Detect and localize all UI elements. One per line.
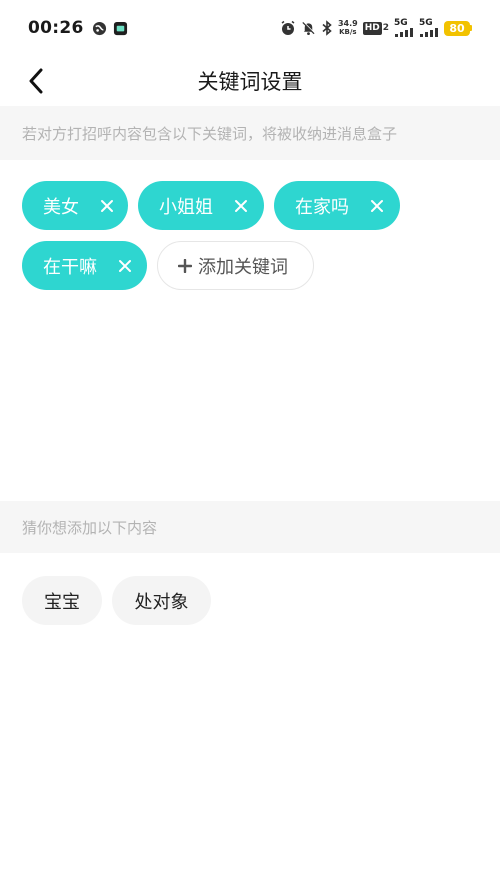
app-notification-icon: [113, 21, 128, 36]
signal-sim2-icon: 5G: [419, 19, 439, 37]
close-icon[interactable]: [367, 196, 387, 216]
add-keyword-button[interactable]: 添加关键词: [157, 241, 314, 290]
suggestion-label: 宝宝: [44, 591, 80, 613]
suggest-hint: 猜你想添加以下内容: [0, 501, 500, 553]
battery-icon: 80: [444, 20, 472, 36]
status-bar: 00:26 34.9 KB/s HD 2 5G 5G 80: [0, 0, 500, 56]
keyword-label: 小姐姐: [159, 196, 213, 218]
keyword-chip[interactable]: 美女: [22, 181, 128, 230]
bluetooth-icon: [321, 20, 333, 36]
suggestion-label: 处对象: [134, 591, 189, 613]
keyword-hint: 若对方打招呼内容包含以下关键词，将被收纳进消息盒子: [0, 106, 500, 160]
alarm-icon: [280, 20, 296, 36]
keyword-chip[interactable]: 小姐姐: [138, 181, 264, 230]
page-title: 关键词设置: [197, 70, 303, 94]
plus-icon: [178, 258, 192, 273]
browser-globe-icon: [92, 21, 107, 36]
suggestion-chip[interactable]: 宝宝: [22, 576, 102, 625]
keyword-label: 在干嘛: [43, 256, 97, 278]
back-button[interactable]: [14, 60, 58, 102]
keyword-chip[interactable]: 在家吗: [274, 181, 400, 230]
nav-header: 关键词设置: [0, 56, 500, 106]
signal-sim1-icon: 5G: [394, 19, 414, 37]
close-icon[interactable]: [231, 196, 251, 216]
add-keyword-label: 添加关键词: [198, 256, 288, 278]
keyword-label: 美女: [43, 196, 79, 218]
hd-voice-icon: HD 2: [362, 21, 389, 35]
close-icon[interactable]: [115, 256, 135, 276]
status-time: 00:26: [28, 18, 84, 38]
network-speed: 34.9 KB/s: [337, 19, 358, 37]
close-icon[interactable]: [97, 196, 117, 216]
mute-bell-icon: [301, 20, 316, 36]
keyword-chip[interactable]: 在干嘛: [22, 241, 147, 290]
suggestion-chip[interactable]: 处对象: [112, 576, 211, 625]
keyword-label: 在家吗: [295, 196, 349, 218]
chevron-left-icon: [29, 68, 43, 94]
